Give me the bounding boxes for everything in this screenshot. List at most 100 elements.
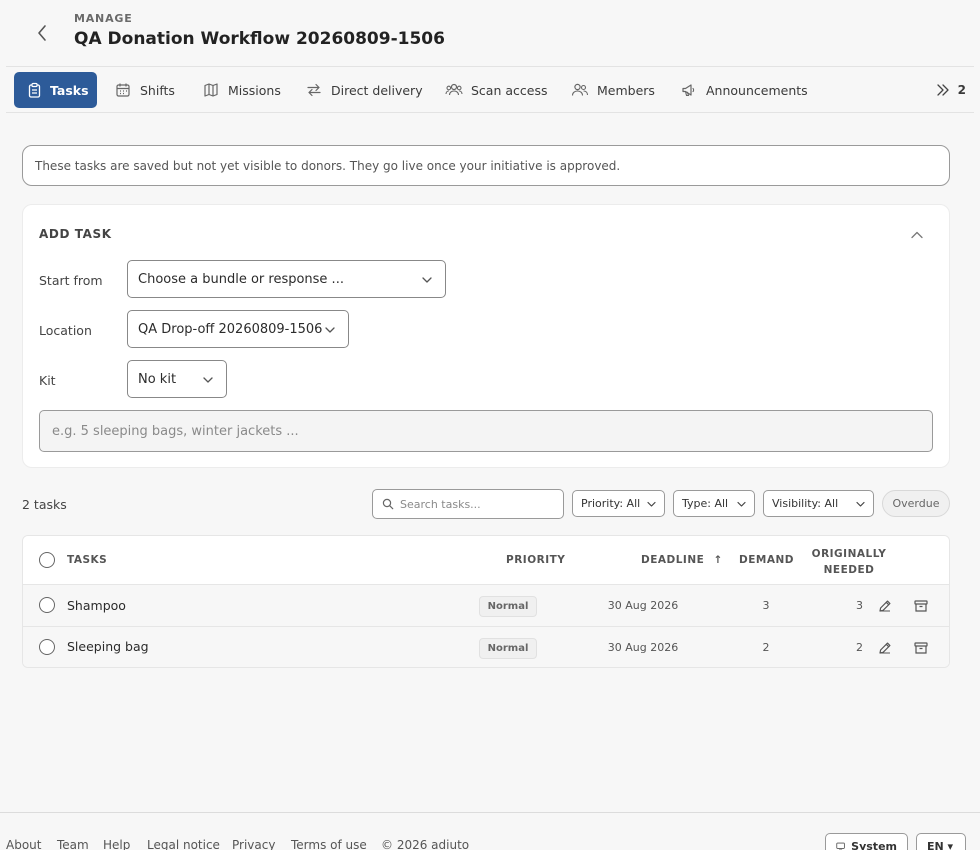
column-tasks[interactable]: TASKS: [67, 554, 107, 566]
sort-ascending-icon: ↑: [713, 554, 723, 566]
tab-label: Scan access: [471, 82, 548, 98]
language-select[interactable]: EN ▾: [916, 833, 966, 850]
kit-select[interactable]: No kit: [127, 360, 227, 398]
footer-link-legal-notice[interactable]: Legal notice: [147, 838, 220, 850]
column-deadline[interactable]: DEADLINE ↑: [641, 554, 723, 566]
pencil-icon: [879, 642, 891, 654]
chevron-up-icon: [911, 231, 923, 239]
overdue-toggle[interactable]: Overdue: [882, 490, 950, 517]
archive-button[interactable]: [913, 640, 929, 656]
back-button[interactable]: [30, 20, 54, 46]
task-name: Shampoo: [67, 598, 126, 613]
type-filter[interactable]: Type: All: [673, 490, 755, 517]
tab-direct-delivery[interactable]: Direct delivery: [305, 72, 423, 108]
search-box[interactable]: [372, 489, 564, 519]
tab-label: Direct delivery: [331, 82, 423, 98]
originally-needed-cell: 2: [856, 641, 863, 654]
more-tabs-button[interactable]: 2: [936, 72, 966, 108]
task-count: 2 tasks: [22, 497, 67, 512]
tasks-table: TASKS PRIORITY DEADLINE ↑ DEMAND ORIGINA…: [22, 535, 950, 668]
collapse-button[interactable]: [909, 227, 925, 243]
location-select[interactable]: QA Drop-off 20260809-1506: [127, 310, 349, 348]
task-name: Sleeping bag: [67, 639, 149, 654]
megaphone-icon: [680, 81, 698, 99]
chevron-down-icon: [203, 377, 213, 383]
add-task-panel: ADD TASK Start from Choose a bundle or r…: [22, 204, 950, 468]
originally-needed-cell: 3: [856, 599, 863, 612]
start-from-label: Start from: [39, 273, 103, 288]
monitor-icon: [836, 842, 845, 850]
task-description-input[interactable]: [39, 410, 933, 452]
add-task-title: ADD TASK: [39, 227, 112, 241]
chevron-down-icon: [737, 501, 746, 507]
theme-label: System: [851, 839, 897, 850]
footer-link-privacy[interactable]: Privacy: [232, 838, 275, 850]
tab-announcements[interactable]: Announcements: [680, 72, 808, 108]
tab-tasks[interactable]: Tasks: [14, 72, 97, 108]
search-input[interactable]: [400, 496, 558, 513]
tab-label: Shifts: [140, 82, 175, 98]
tab-shifts[interactable]: Shifts: [114, 72, 175, 108]
table-row[interactable]: Sleeping bag Normal 30 Aug 2026 2 2: [23, 627, 949, 667]
clipboard-icon: [26, 81, 42, 99]
tab-missions[interactable]: Missions: [202, 72, 281, 108]
deadline-header-label: DEADLINE: [641, 554, 705, 566]
tab-scan-access[interactable]: Scan access: [445, 72, 547, 108]
kit-value: No kit: [138, 371, 177, 387]
chevrons-right-icon: [936, 83, 950, 97]
table-row[interactable]: Shampoo Normal 30 Aug 2026 3 3: [23, 585, 949, 627]
start-from-select[interactable]: Choose a bundle or response ...: [127, 260, 446, 298]
page-title: QA Donation Workflow 20260809-1506: [74, 29, 445, 49]
tab-members[interactable]: Members: [571, 72, 655, 108]
header-line: NEEDED: [823, 564, 875, 576]
row-checkbox[interactable]: [39, 597, 55, 613]
deadline-cell: 30 Aug 2026: [607, 641, 679, 654]
type-filter-label: Type: All: [682, 497, 729, 510]
edit-button[interactable]: [877, 598, 893, 614]
footer-link-help[interactable]: Help: [103, 838, 130, 850]
archive-icon: [914, 600, 928, 612]
calendar-icon: [114, 81, 132, 99]
pending-approval-notice: These tasks are saved but not yet visibl…: [22, 145, 950, 186]
search-icon: [382, 498, 394, 510]
column-originally-needed[interactable]: ORIGINALLY NEEDED: [811, 546, 887, 578]
page-kicker: MANAGE: [74, 12, 133, 25]
priority-badge: Normal: [479, 596, 537, 617]
select-all-checkbox[interactable]: [39, 552, 55, 568]
pencil-icon: [879, 600, 891, 612]
theme-button[interactable]: System: [825, 833, 908, 850]
footer-copyright: © 2026 adiuto: [381, 838, 470, 850]
start-from-value: Choose a bundle or response ...: [138, 271, 344, 287]
edit-button[interactable]: [877, 640, 893, 656]
tab-label: Missions: [228, 82, 281, 98]
footer-link-terms[interactable]: Terms of use: [291, 838, 367, 850]
chevron-down-icon: [325, 327, 335, 333]
archive-icon: [914, 642, 928, 654]
location-label: Location: [39, 323, 92, 338]
tabs-divider: [6, 112, 974, 113]
column-priority[interactable]: PRIORITY: [506, 554, 565, 566]
tab-label: Announcements: [706, 82, 808, 98]
footer: About Team Help Legal notice Privacy Ter…: [0, 812, 980, 850]
demand-cell: 3: [762, 599, 770, 612]
arrows-exchange-icon: [305, 81, 323, 99]
map-icon: [202, 81, 220, 99]
row-checkbox[interactable]: [39, 639, 55, 655]
visibility-filter-label: Visibility: All: [772, 497, 839, 510]
column-demand[interactable]: DEMAND: [739, 554, 794, 566]
archive-button[interactable]: [913, 598, 929, 614]
users-group-icon: [445, 81, 463, 99]
tab-label: Members: [597, 82, 655, 98]
kit-label: Kit: [39, 373, 56, 388]
header-line: ORIGINALLY: [811, 548, 887, 560]
tab-bar: Tasks Shifts Missions Direct delivery Sc…: [14, 72, 966, 108]
table-header: TASKS PRIORITY DEADLINE ↑ DEMAND ORIGINA…: [23, 536, 949, 585]
priority-badge: Normal: [479, 638, 537, 659]
chevron-left-icon: [38, 25, 46, 41]
footer-link-team[interactable]: Team: [57, 838, 89, 850]
priority-filter[interactable]: Priority: All: [572, 490, 665, 517]
visibility-filter[interactable]: Visibility: All: [763, 490, 874, 517]
footer-link-about[interactable]: About: [6, 838, 41, 850]
chevron-down-icon: [856, 501, 865, 507]
demand-cell: 2: [762, 641, 770, 654]
